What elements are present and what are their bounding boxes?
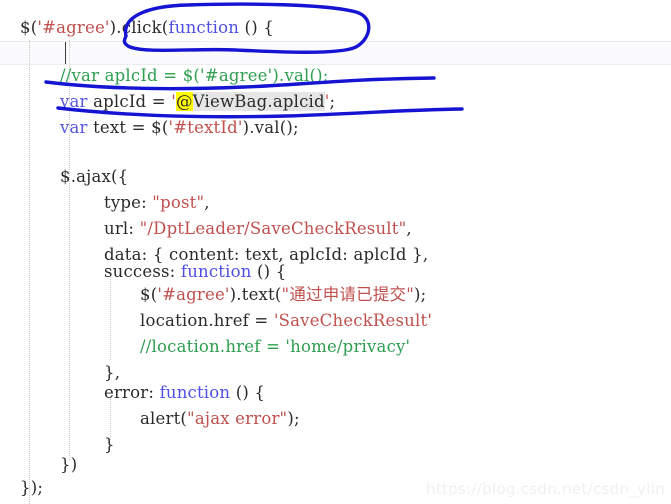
token-11-2: () {: [251, 262, 287, 281]
token-8-1: "post": [152, 193, 205, 212]
token-4-6: ;: [329, 92, 336, 111]
text-caret[interactable]: [65, 42, 66, 64]
token-17-2: );: [287, 409, 300, 428]
token-12-0: $(: [140, 285, 158, 304]
token-11-1: function: [180, 262, 252, 281]
token-13-1: 'SaveCheckResult': [273, 311, 433, 330]
watermark-url: https://blog.csdn.net/csdn_ylin: [425, 480, 665, 498]
code-line-11[interactable]: success: function () {: [104, 262, 286, 282]
indent-guide-2: [110, 272, 111, 360]
code-editor-canvas: $('#agree').click(function () {//var apl…: [0, 0, 671, 504]
token-17-1: "ajax error": [187, 409, 288, 428]
token-16-2: () {: [230, 383, 266, 402]
token-5-3: ).val();: [242, 118, 299, 137]
token-20-0: });: [20, 478, 44, 497]
token-5-2: '#textId': [168, 118, 243, 137]
token-8-0: type:: [104, 193, 153, 212]
code-line-4[interactable]: var aplcId = '@ViewBag.aplcid';: [60, 92, 335, 112]
code-line-19[interactable]: }): [60, 455, 77, 475]
token-15-0: },: [104, 363, 121, 382]
token-14-0: //location.href = 'home/privacy': [140, 337, 411, 356]
code-line-3[interactable]: //var aplcId = $('#agree').val();: [60, 66, 329, 86]
code-line-7[interactable]: $.ajax({: [60, 167, 128, 187]
token-1-1: '#agree': [37, 18, 110, 37]
code-line-8[interactable]: type: "post",: [104, 193, 210, 213]
token-18-0: }: [104, 435, 115, 454]
token-16-0: error:: [104, 383, 160, 402]
code-line-9[interactable]: url: "/DptLeader/SaveCheckResult",: [104, 219, 412, 239]
code-line-15[interactable]: },: [104, 363, 120, 383]
token-17-0: alert(: [140, 409, 188, 428]
token-12-2: ).text(: [229, 285, 282, 304]
code-line-5[interactable]: var text = $('#textId').val();: [60, 118, 299, 138]
code-line-20[interactable]: });: [20, 478, 43, 498]
current-line-highlight: [0, 41, 671, 65]
code-line-13[interactable]: location.href = 'SaveCheckResult': [140, 311, 432, 331]
token-1-0: $(: [20, 18, 38, 37]
token-1-4: () {: [239, 18, 274, 37]
token-7-0: $.ajax({: [60, 167, 129, 186]
token-5-1: text = $(: [87, 118, 169, 137]
token-16-1: function: [159, 383, 231, 402]
token-12-1: '#agree': [157, 285, 230, 304]
token-4-1: aplcId =: [87, 92, 172, 111]
token-9-0: url:: [104, 219, 140, 238]
token-12-4: );: [414, 285, 427, 304]
indent-guide-0: [29, 40, 30, 504]
token-9-1: "/DptLeader/SaveCheckResult": [139, 219, 407, 238]
token-12-3: "通过申请已提交": [281, 285, 415, 304]
token-8-2: ,: [204, 193, 210, 212]
token-1-3: function: [168, 18, 240, 37]
code-line-17[interactable]: alert("ajax error");: [140, 409, 300, 429]
code-line-16[interactable]: error: function () {: [104, 383, 265, 403]
token-4-3: @: [175, 92, 193, 111]
token-5-0: var: [60, 118, 88, 137]
token-9-2: ,: [406, 219, 412, 238]
token-11-0: success:: [104, 262, 181, 281]
code-line-1[interactable]: $('#agree').click(function () {: [20, 18, 274, 38]
code-line-18[interactable]: }: [104, 435, 115, 455]
token-1-2: ).click(: [109, 18, 169, 37]
token-13-0: location.href =: [140, 311, 274, 330]
code-line-14[interactable]: //location.href = 'home/privacy': [140, 337, 410, 357]
code-line-12[interactable]: $('#agree').text("通过申请已提交");: [140, 285, 426, 305]
token-4-4: ViewBag.aplcid: [192, 92, 325, 111]
token-3-0: //var aplcId = $('#agree').val();: [60, 66, 329, 85]
token-19-0: }): [60, 455, 78, 474]
token-4-0: var: [60, 92, 88, 111]
